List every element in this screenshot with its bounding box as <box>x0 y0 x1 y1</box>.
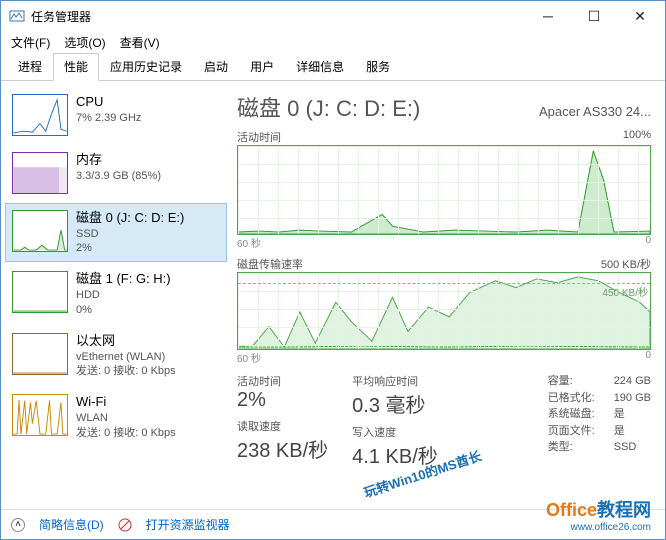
disk0-pct: 2% <box>76 241 184 255</box>
page-file: 是 <box>614 423 625 440</box>
wifi-title: Wi-Fi <box>76 394 176 411</box>
resmon-icon <box>118 518 132 532</box>
formatted: 190 GB <box>614 390 651 407</box>
menu-options[interactable]: 选项(O) <box>64 34 105 51</box>
page-title: 磁盘 0 (J: C: D: E:) <box>237 91 420 123</box>
active-time-chart <box>237 145 651 235</box>
title-bar: 任务管理器 ─ ☐ ✕ <box>1 1 665 31</box>
resp-label: 平均响应时间 <box>352 373 438 389</box>
eth-title: 以太网 <box>76 333 176 350</box>
tab-processes[interactable]: 进程 <box>7 53 53 81</box>
chart2-max: 500 KB/秒 <box>601 256 651 272</box>
tab-performance[interactable]: 性能 <box>53 53 99 81</box>
chart1-xleft: 60 秒 <box>237 235 261 250</box>
chart1-xright: 0 <box>645 235 651 250</box>
cpu-thumb <box>12 94 68 136</box>
resmon-link[interactable]: 打开资源监视器 <box>146 516 230 533</box>
disk1-pct: 0% <box>76 303 171 317</box>
system-disk: 是 <box>614 406 625 423</box>
menu-view[interactable]: 查看(V) <box>120 34 160 51</box>
disk0-sub: SSD <box>76 227 184 241</box>
resp-value: 0.3 毫秒 <box>352 389 438 418</box>
disk-type: SSD <box>614 439 637 456</box>
site-watermark: OOffice教程网ffice教程网 www.office26.com <box>546 496 651 533</box>
disk0-title: 磁盘 0 (J: C: D: E:) <box>76 210 184 227</box>
eth-sub: vEthernet (WLAN) <box>76 350 176 364</box>
cpu-title: CPU <box>76 94 141 111</box>
disk-properties: 容量:224 GB 已格式化:190 GB 系统磁盘:是 页面文件:是 类型:S… <box>548 373 651 469</box>
collapse-icon[interactable]: ˄ <box>11 518 25 532</box>
cpu-sub: 7% 2.39 GHz <box>76 111 141 125</box>
app-icon <box>9 8 25 24</box>
capacity: 224 GB <box>614 373 651 390</box>
menu-file[interactable]: 文件(F) <box>11 34 50 51</box>
mem-sub: 3.3/3.9 GB (85%) <box>76 169 161 183</box>
chart2-xright: 0 <box>645 350 651 365</box>
transfer-rate-chart: 450 KB/秒 <box>237 272 651 350</box>
sidebar: CPU7% 2.39 GHz 内存3.3/3.9 GB (85%) 磁盘 0 (… <box>1 81 231 509</box>
active-label: 活动时间 <box>237 373 328 389</box>
mem-thumb <box>12 152 68 194</box>
disk0-thumb <box>12 210 68 252</box>
read-label: 读取速度 <box>237 418 328 434</box>
tab-services[interactable]: 服务 <box>355 53 401 81</box>
chart2-xleft: 60 秒 <box>237 350 261 365</box>
tab-details[interactable]: 详细信息 <box>285 53 355 81</box>
tab-startup[interactable]: 启动 <box>193 53 239 81</box>
active-value: 2% <box>237 389 328 412</box>
wifi-sub: WLAN <box>76 411 176 425</box>
disk-model: Apacer AS330 24... <box>539 104 651 119</box>
close-button[interactable]: ✕ <box>617 1 663 31</box>
tab-apphistory[interactable]: 应用历史记录 <box>99 53 193 81</box>
read-value: 238 KB/秒 <box>237 434 328 463</box>
sidebar-item-ethernet[interactable]: 以太网vEthernet (WLAN)发送: 0 接收: 0 Kbps <box>5 326 227 385</box>
minimize-button[interactable]: ─ <box>525 1 571 31</box>
disk1-thumb <box>12 271 68 313</box>
sidebar-item-memory[interactable]: 内存3.3/3.9 GB (85%) <box>5 145 227 201</box>
wifi-thumb <box>12 394 68 436</box>
write-label: 写入速度 <box>352 424 438 440</box>
wifi-io: 发送: 0 接收: 0 Kbps <box>76 426 176 440</box>
sidebar-item-disk1[interactable]: 磁盘 1 (F: G: H:)HDD0% <box>5 264 227 323</box>
eth-io: 发送: 0 接收: 0 Kbps <box>76 364 176 378</box>
main-panel: 磁盘 0 (J: C: D: E:) Apacer AS330 24... 活动… <box>231 81 665 509</box>
eth-thumb <box>12 333 68 375</box>
window-title: 任务管理器 <box>31 8 91 25</box>
chart2-dash: 450 KB/秒 <box>238 283 650 299</box>
disk1-sub: HDD <box>76 288 171 302</box>
sidebar-item-wifi[interactable]: Wi-FiWLAN发送: 0 接收: 0 Kbps <box>5 387 227 446</box>
brief-info-link[interactable]: 简略信息(D) <box>39 516 104 533</box>
site-url: www.office26.com <box>546 522 651 533</box>
sidebar-item-cpu[interactable]: CPU7% 2.39 GHz <box>5 87 227 143</box>
chart1-label: 活动时间 <box>237 129 281 145</box>
mem-title: 内存 <box>76 152 161 169</box>
maximize-button[interactable]: ☐ <box>571 1 617 31</box>
sidebar-item-disk0[interactable]: 磁盘 0 (J: C: D: E:)SSD2% <box>5 203 227 262</box>
chart1-max: 100% <box>623 129 651 145</box>
tab-strip: 进程 性能 应用历史记录 启动 用户 详细信息 服务 <box>1 53 665 81</box>
tab-users[interactable]: 用户 <box>239 53 285 81</box>
disk1-title: 磁盘 1 (F: G: H:) <box>76 271 171 288</box>
menu-bar: 文件(F) 选项(O) 查看(V) <box>1 31 665 53</box>
chart2-label: 磁盘传输速率 <box>237 256 303 272</box>
